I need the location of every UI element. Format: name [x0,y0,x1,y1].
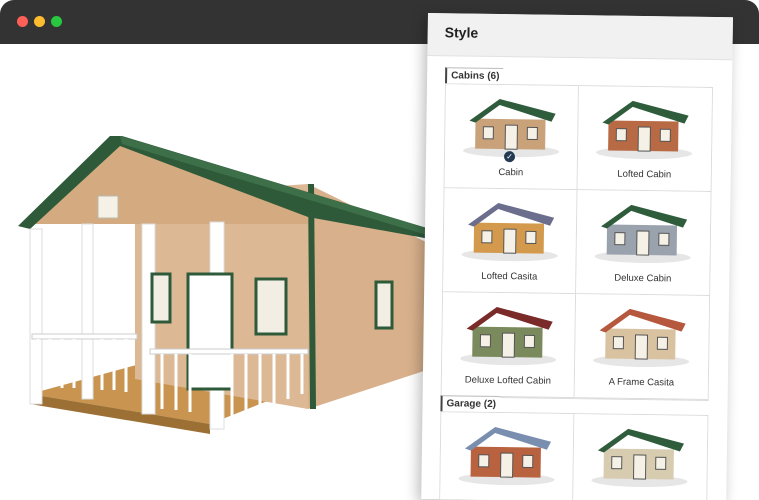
railing [31,333,138,340]
selected-check-icon: ✓ [503,151,516,163]
style-card-label: A Frame Casita [608,376,675,389]
window [254,277,288,336]
panel-header: Style [427,13,733,61]
porch-post [81,223,94,400]
style-card-label: Deluxe Cabin [614,272,672,285]
section-label[interactable]: Cabins (6) [445,67,504,85]
style-card[interactable]: ✓ Cabin [444,84,579,191]
style-card-label: Cabin [498,166,524,179]
railing [149,348,309,355]
section-cabins: Cabins (6) ✓ Cabin Lofted Cabin Lofted Casi… [440,65,714,401]
style-card[interactable]: A Frame Casita [574,294,710,400]
style-card-label: Lofted Cabin [617,168,672,181]
style-card[interactable]: Deluxe Lofted Cabin [441,292,577,399]
panel-title: Style [444,24,479,41]
zoom-icon[interactable] [51,16,62,27]
porch-post [29,228,43,405]
style-card[interactable]: Lofted Cabin [577,86,712,192]
window [374,280,394,330]
style-thumbnail [446,84,578,158]
style-panel: Style Cabins (6) ✓ Cabin Lofted Cabin Lofte… [421,13,733,500]
style-card[interactable] [572,414,708,500]
style-card[interactable]: Deluxe Cabin [576,190,711,296]
style-card-label: Lofted Casita [481,270,538,283]
style-thumbnail [441,412,573,486]
section-label[interactable]: Garage (2) [440,395,501,413]
cabin-model[interactable] [10,124,450,500]
door [186,272,234,391]
close-icon[interactable] [17,16,28,27]
style-thumbnail [579,86,712,160]
style-grid: ✓ Cabin Lofted Cabin Lofted Casita Deluxe Ca… [440,83,713,401]
window [150,272,172,324]
style-thumbnail [574,414,707,488]
style-card[interactable] [439,412,575,500]
style-card[interactable]: Lofted Casita [443,188,578,295]
style-grid [438,411,709,500]
gable-vent [97,195,119,219]
section-garage: Garage (2) [438,393,709,500]
minimize-icon[interactable] [34,16,45,27]
style-card-label: Deluxe Lofted Cabin [464,374,551,387]
app-window: Style Cabins (6) ✓ Cabin Lofted Cabin Lofte… [0,0,759,500]
